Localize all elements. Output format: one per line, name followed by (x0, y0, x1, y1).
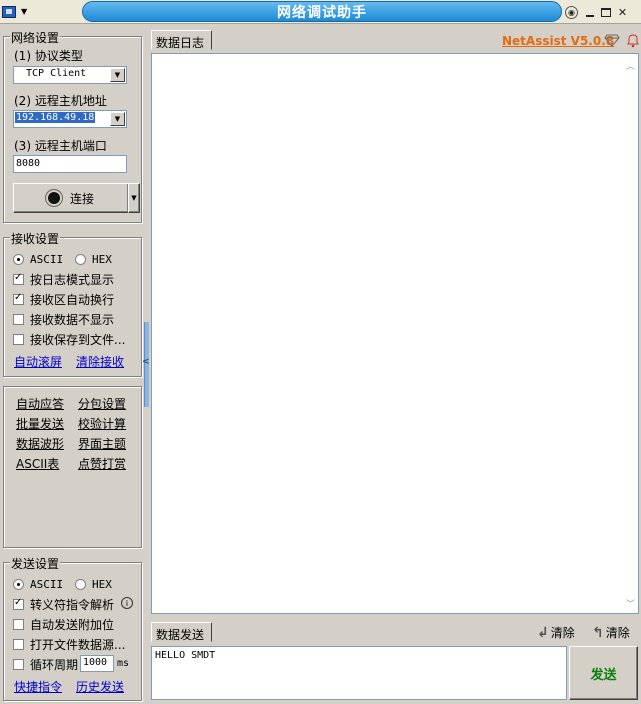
maximize-icon[interactable] (601, 7, 611, 17)
diamond-icon[interactable] (604, 34, 620, 47)
receive-hex-radio[interactable]: HEX (75, 251, 112, 267)
send-input[interactable]: HELLO SMDT (151, 646, 567, 700)
netassist-version-link[interactable]: NetAssist V5.0.8 (502, 34, 614, 48)
arrow-up-left-icon: ↰ (592, 624, 604, 641)
network-settings-title: 网络设置 (10, 29, 61, 46)
protocol-select[interactable]: TCP Client ▼ (13, 66, 127, 84)
protocol-label: (1) 协议类型 (14, 49, 83, 63)
receive-ascii-radio[interactable]: ASCII (13, 251, 63, 267)
cycle-period-input[interactable]: 1000 (80, 655, 114, 672)
window-controls: ◉ ✕ (565, 2, 641, 22)
tool-ascii-table[interactable]: ASCII表 (16, 455, 59, 472)
send-history-link[interactable]: 历史发送 (76, 678, 124, 695)
host-label: (2) 远程主机地址 (14, 94, 107, 108)
close-icon[interactable]: ✕ (615, 4, 630, 20)
send-option-cycle[interactable]: 循环周期 (13, 656, 78, 672)
checkbox-checked-icon[interactable] (13, 292, 24, 305)
tool-donate[interactable]: 点赞打赏 (78, 455, 126, 472)
receive-settings-title: 接收设置 (10, 230, 61, 247)
pin-icon[interactable]: ◉ (565, 5, 578, 19)
tool-theme[interactable]: 界面主题 (78, 435, 126, 452)
info-icon[interactable]: i (121, 597, 133, 609)
connect-label: 连接 (69, 191, 94, 206)
send-option-append[interactable]: 自动发送附加位 (13, 616, 114, 632)
chevron-down-icon: ▼ (131, 194, 137, 202)
window-title: 网络调试助手 (82, 1, 562, 22)
system-menu-button[interactable]: ▼ (2, 3, 36, 20)
arrow-down-left-icon: ↲ (537, 624, 549, 641)
send-ascii-radio[interactable]: ASCII (13, 576, 63, 592)
send-option-file-source[interactable]: 打开文件数据源... (13, 636, 125, 652)
port-label: (3) 远程主机端口 (14, 139, 107, 153)
protocol-value: TCP Client (26, 68, 87, 79)
tool-checksum[interactable]: 校验计算 (78, 415, 126, 432)
checkbox-icon[interactable] (13, 333, 24, 345)
shortcut-commands-link[interactable]: 快捷指令 (14, 678, 62, 695)
auto-scroll-link[interactable]: 自动滚屏 (14, 353, 62, 370)
minimize-icon[interactable] (582, 4, 597, 20)
send-input-text: HELLO SMDT (155, 650, 216, 661)
checkbox-checked-icon[interactable] (13, 597, 24, 610)
checkbox-icon[interactable] (13, 638, 24, 650)
clear-receive-link[interactable]: 清除接收 (76, 353, 124, 370)
app-icon (2, 5, 16, 18)
tab-data-log[interactable]: 数据日志 (151, 30, 212, 50)
bell-icon[interactable] (625, 33, 641, 48)
checkbox-icon[interactable] (13, 658, 24, 670)
chevron-down-icon[interactable]: ▼ (110, 112, 125, 126)
receive-log-area[interactable]: ︿ ﹀ (151, 53, 639, 614)
radio-icon[interactable] (75, 578, 86, 590)
chevron-down-icon[interactable]: ▼ (110, 68, 125, 82)
tool-packet-settings[interactable]: 分包设置 (78, 395, 126, 412)
receive-option-auto-wrap[interactable]: 接收区自动换行 (13, 291, 114, 307)
scroll-down-icon[interactable]: ﹀ (626, 597, 635, 610)
host-address-select[interactable]: 192.168.49.18 ▼ (13, 110, 127, 128)
connect-dropdown-button[interactable]: ▼ (128, 183, 140, 213)
send-option-escape[interactable]: 转义符指令解析 (13, 596, 114, 612)
send-button[interactable]: 发送 (569, 646, 638, 700)
clear-history-button[interactable]: ↰ 清除 (592, 624, 630, 641)
title-bar: ▼ 网络调试助手 ◉ ✕ (0, 0, 641, 24)
receive-option-hide-data[interactable]: 接收数据不显示 (13, 311, 114, 327)
receive-option-log-mode[interactable]: 按日志模式显示 (13, 271, 114, 287)
tab-data-send[interactable]: 数据发送 (151, 622, 212, 642)
chevron-left-icon[interactable]: < (142, 357, 150, 367)
checkbox-icon[interactable] (13, 618, 24, 630)
send-hex-radio[interactable]: HEX (75, 576, 112, 592)
tool-waveform[interactable]: 数据波形 (16, 435, 64, 452)
tool-batch-send[interactable]: 批量发送 (16, 415, 64, 432)
chevron-down-icon: ▼ (21, 7, 28, 16)
cycle-unit: ms (117, 658, 130, 669)
receive-option-save-file[interactable]: 接收保存到文件... (13, 331, 125, 347)
checkbox-checked-icon[interactable] (13, 272, 24, 285)
tool-auto-reply[interactable]: 自动应答 (16, 395, 64, 412)
send-settings-title: 发送设置 (10, 555, 61, 572)
checkbox-icon[interactable] (13, 313, 24, 325)
radio-selected-icon[interactable] (13, 253, 24, 265)
clear-send-button[interactable]: ↲ 清除 (537, 624, 575, 641)
radio-selected-icon[interactable] (13, 578, 24, 590)
port-input[interactable]: 8080 (13, 155, 127, 173)
host-address-value: 192.168.49.18 (15, 112, 96, 123)
connect-status-icon (47, 192, 60, 204)
connect-button[interactable]: 连接 (13, 183, 129, 213)
scroll-up-icon[interactable]: ︿ (626, 59, 635, 72)
radio-icon[interactable] (75, 253, 86, 265)
